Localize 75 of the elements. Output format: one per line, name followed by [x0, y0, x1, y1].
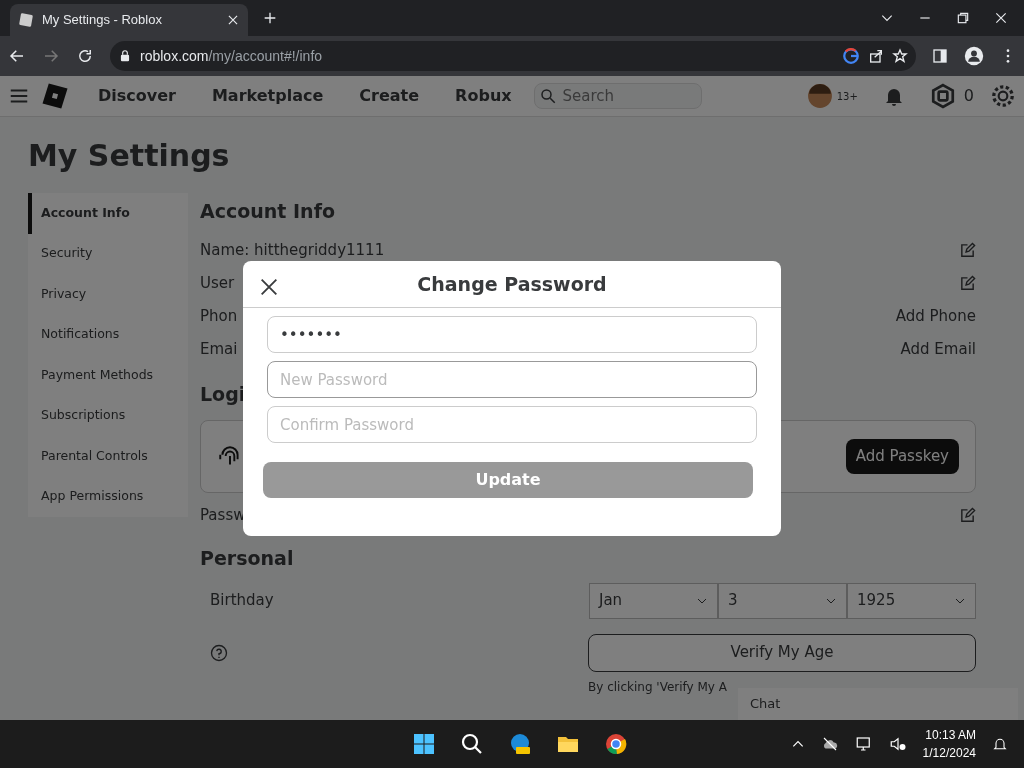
sidebar-item[interactable]: Privacy — [28, 274, 188, 315]
network-icon[interactable] — [854, 735, 873, 753]
close-icon[interactable] — [994, 11, 1008, 25]
edit-icon[interactable] — [959, 241, 976, 259]
chrome-icon[interactable] — [604, 732, 628, 756]
close-icon[interactable] — [226, 13, 240, 27]
tab-title: My Settings - Roblox — [42, 11, 163, 30]
nav-link[interactable]: Discover — [80, 84, 194, 108]
search-bar[interactable]: Search — [533, 83, 702, 109]
field-label: Emai — [200, 338, 238, 360]
field-label: Name: hitthegriddy1111 — [200, 239, 385, 261]
side-panel-icon[interactable] — [932, 48, 948, 64]
speaker-muted-icon[interactable] — [888, 735, 907, 753]
date-dropdown[interactable]: Jan — [589, 582, 718, 619]
edit-icon[interactable] — [959, 507, 976, 524]
search-icon — [538, 87, 557, 105]
address-bar[interactable]: roblox.com/my/account#!/info — [110, 41, 916, 71]
nav-link[interactable]: Robux — [437, 84, 530, 108]
input-field[interactable]: Confirm Password — [267, 406, 757, 443]
nav-link[interactable]: Marketplace — [193, 84, 342, 108]
restore-icon[interactable] — [956, 11, 970, 25]
robux-icon[interactable] — [929, 83, 956, 109]
notification-bell-icon[interactable] — [992, 736, 1008, 752]
star-icon[interactable] — [892, 48, 908, 64]
sidebar-item[interactable]: Parental Controls — [28, 436, 188, 477]
section-heading: Logi — [200, 381, 246, 407]
sidebar-item[interactable]: Notifications — [28, 314, 188, 355]
windows-start-icon[interactable] — [412, 732, 436, 756]
field-label: Birthday — [210, 590, 274, 612]
lock-icon — [118, 49, 132, 63]
browser-icon[interactable] — [508, 732, 532, 756]
age-label: 13+ — [836, 89, 858, 104]
logo-icon[interactable] — [40, 81, 70, 111]
field-label: User — [200, 272, 235, 294]
edit-icon[interactable] — [959, 274, 976, 292]
help-icon[interactable] — [210, 643, 228, 662]
input-field[interactable]: New Password — [267, 361, 757, 398]
verify-age-button[interactable]: Verify My Age — [588, 633, 976, 672]
note-text: By clicking 'Verify My A — [588, 678, 727, 696]
page-icon — [18, 12, 34, 28]
share-icon[interactable] — [868, 48, 884, 64]
section-heading: Account Info — [200, 199, 335, 224]
sidebar-item[interactable]: Payment Methods — [28, 355, 188, 396]
sidebar-item[interactable]: App Permissions — [28, 476, 188, 517]
sidebar-item[interactable]: Security — [28, 233, 188, 274]
chat-panel[interactable]: Chat — [738, 688, 1018, 722]
settings-icon[interactable] — [990, 83, 1016, 109]
robux-count: 0 — [963, 85, 974, 107]
search-field[interactable]: Search — [560, 83, 681, 109]
reload-icon[interactable] — [76, 47, 94, 65]
field-label: Phon — [200, 305, 238, 327]
field-label: Passw — [200, 505, 246, 527]
section-heading: Personal — [200, 546, 294, 571]
add-passkey-button[interactable]: Add Passkey — [845, 439, 959, 474]
sidebar-item[interactable]: Account Info — [28, 193, 188, 234]
add-link[interactable]: Add Email — [900, 337, 976, 361]
forward-arrow-icon[interactable] — [42, 47, 60, 65]
add-link[interactable]: Add Phone — [895, 304, 976, 328]
plus-icon[interactable] — [262, 10, 278, 26]
browser-tab[interactable]: My Settings - Roblox — [10, 4, 248, 36]
page-title: My Settings — [28, 137, 230, 175]
close-icon[interactable] — [258, 276, 280, 298]
input-field[interactable]: ••••••• — [267, 316, 757, 353]
search-icon[interactable] — [460, 732, 484, 756]
modal-title: Change Password — [417, 271, 607, 297]
nav-link[interactable]: Create — [341, 84, 438, 108]
profile-icon[interactable] — [964, 46, 984, 66]
url-text: roblox.com/my/account#!/info — [140, 46, 324, 66]
date-dropdown[interactable]: 3 — [718, 582, 847, 619]
clock-text: 10:13 AM 1/12/2024 — [922, 727, 976, 762]
back-arrow-icon[interactable] — [8, 47, 26, 65]
sidebar-item[interactable]: Subscriptions — [28, 395, 188, 436]
date-dropdown[interactable]: 1925 — [847, 582, 976, 619]
google-icon[interactable] — [842, 47, 860, 65]
avatar-icon[interactable] — [806, 83, 833, 109]
